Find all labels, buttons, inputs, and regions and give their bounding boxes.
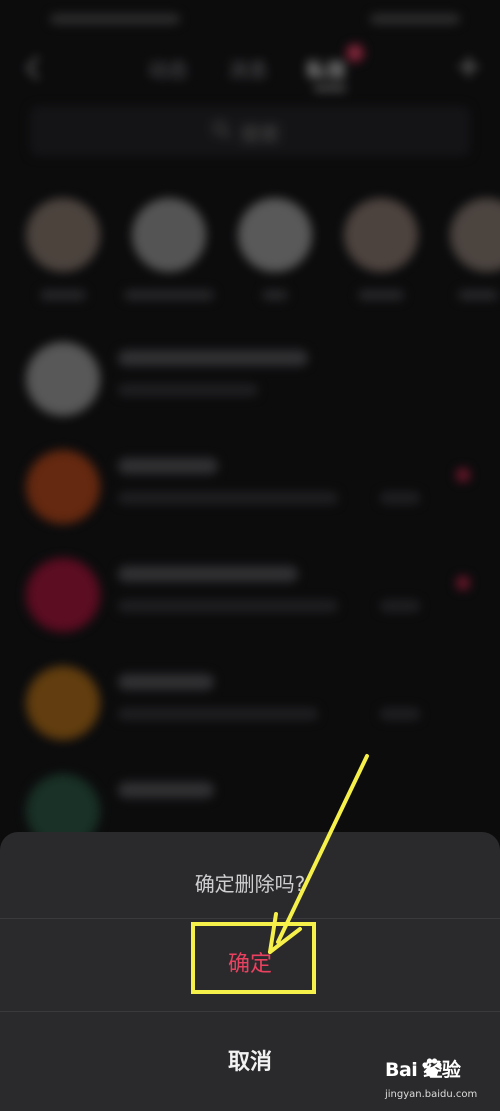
highlight-box	[191, 922, 316, 994]
dialog-title: 确定删除吗?	[194, 872, 306, 896]
watermark-url: jingyan.baidu.com	[385, 1089, 478, 1100]
baidu-paw-icon	[422, 1058, 442, 1077]
baidu-watermark: Bai 经验 jingyan.baidu.com	[385, 1055, 495, 1105]
